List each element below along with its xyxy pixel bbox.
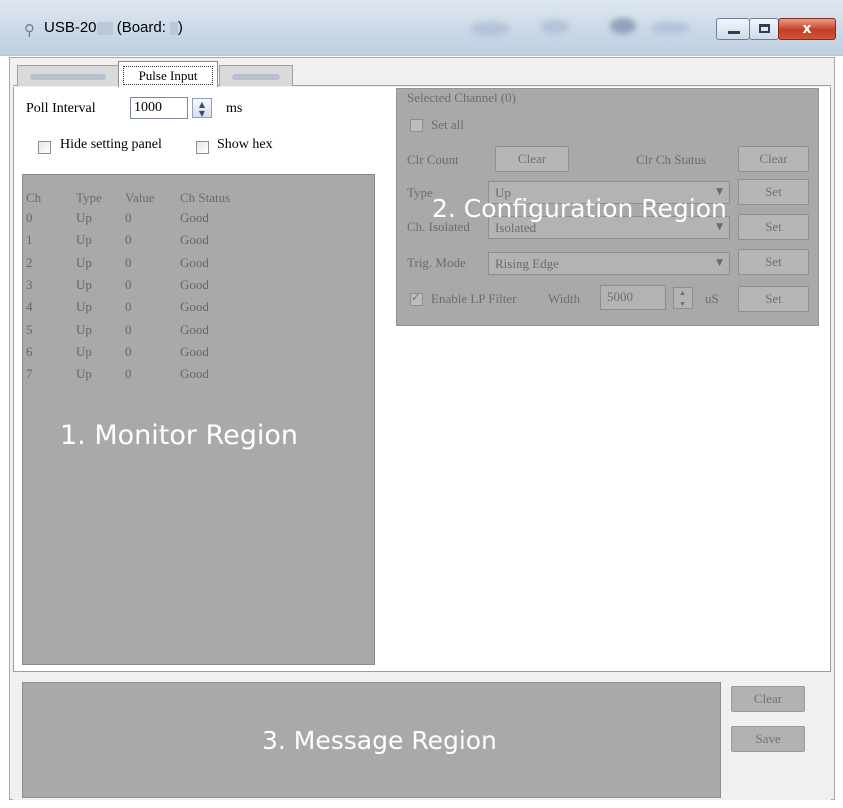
- monitor-region-label: 1. Monitor Region: [60, 420, 298, 451]
- width-label: Width: [548, 291, 580, 306]
- spin-up-icon[interactable]: ▲: [193, 100, 211, 109]
- window-title: USB-20 (Board:): [44, 19, 183, 36]
- poll-interval-spinner[interactable]: ▲ ▼: [192, 98, 212, 118]
- cell-value: 0: [125, 343, 132, 359]
- configuration-region-label: 2. Configuration Region: [432, 194, 727, 223]
- show-hex-checkbox[interactable]: [196, 141, 209, 154]
- redacted-board-id: [169, 21, 178, 35]
- show-hex-label: Show hex: [217, 137, 273, 152]
- cell-value: 0: [125, 232, 132, 248]
- cell-type: Up: [76, 254, 92, 270]
- cell-ch: 1: [26, 232, 33, 248]
- clear-count-button[interactable]: Clear: [495, 146, 569, 172]
- redacted-model: [96, 21, 113, 35]
- cell-ch-status: Good: [180, 343, 209, 359]
- cell-ch-status: Good: [180, 321, 209, 337]
- cell-value: 0: [125, 366, 132, 382]
- set-all-checkbox[interactable]: [410, 119, 423, 132]
- close-button[interactable]: x: [778, 18, 836, 40]
- window-title-suffix: ): [177, 19, 183, 36]
- cell-ch: 6: [26, 343, 33, 359]
- type-label: Type: [407, 185, 433, 200]
- usb-icon: ⚲: [24, 21, 35, 39]
- cell-ch-status: Good: [180, 232, 209, 248]
- cell-ch: 7: [26, 366, 33, 382]
- cell-value: 0: [125, 321, 132, 337]
- cell-ch: 4: [26, 299, 33, 315]
- tab-data-log-label-blurred: [232, 74, 280, 80]
- tab-data-log[interactable]: [219, 65, 293, 86]
- cell-value: 0: [125, 210, 132, 225]
- column-header-ch-status[interactable]: Ch Status: [180, 190, 230, 206]
- spin-down-icon[interactable]: ▼: [193, 109, 211, 118]
- clr-ch-status-label: Clr Ch Status: [636, 152, 707, 167]
- filter-width-spinner[interactable]: ▲ ▼: [673, 287, 693, 309]
- maximize-button[interactable]: [749, 18, 779, 40]
- set-ch-isolated-button[interactable]: Set: [738, 214, 809, 240]
- tab-information-label-blurred: [30, 74, 106, 80]
- cell-type: Up: [76, 321, 92, 337]
- column-header-value[interactable]: Value: [125, 190, 155, 206]
- cell-value: 0: [125, 299, 132, 315]
- poll-interval-unit: ms: [226, 101, 243, 116]
- cell-type: Up: [76, 366, 92, 382]
- column-header-ch[interactable]: Ch: [26, 190, 41, 206]
- close-icon: x: [802, 21, 812, 37]
- window-title-board: (Board:: [116, 19, 166, 36]
- trig-mode-label: Trig. Mode: [407, 255, 466, 270]
- cell-value: 0: [125, 276, 132, 292]
- hide-setting-panel-label: Hide setting panel: [60, 137, 162, 152]
- cell-ch-status: Good: [180, 299, 209, 315]
- spin-down-icon[interactable]: ▼: [679, 294, 686, 315]
- set-trig-mode-button[interactable]: Set: [738, 249, 809, 275]
- message-region-label: 3. Message Region: [262, 726, 497, 755]
- window-title-prefix: USB-20: [44, 19, 97, 36]
- cell-ch: 5: [26, 321, 33, 337]
- clear-ch-status-button[interactable]: Clear: [738, 146, 809, 172]
- selected-channel-label: Selected Channel (0): [407, 90, 517, 105]
- cell-ch: 2: [26, 254, 33, 270]
- enable-lp-filter-checkbox[interactable]: ✓: [410, 291, 423, 306]
- enable-lp-filter-label: Enable LP Filter: [431, 291, 517, 306]
- cell-ch-status: Good: [180, 366, 209, 382]
- cell-value: 0: [125, 254, 132, 270]
- cell-ch: 0: [26, 210, 33, 225]
- tab-pulse-input[interactable]: Pulse Input: [118, 61, 218, 87]
- minimize-icon: [728, 31, 740, 34]
- width-unit: uS: [705, 291, 719, 306]
- trig-mode-dropdown[interactable]: Rising Edge ▼: [488, 252, 730, 275]
- cell-ch: 3: [26, 276, 33, 292]
- cell-type: Up: [76, 232, 92, 248]
- checkmark-icon: ✓: [411, 291, 421, 304]
- cell-ch-status: Good: [180, 210, 209, 225]
- clr-count-label: Clr Count: [407, 152, 459, 167]
- window-controls: x: [716, 18, 840, 42]
- minimize-button[interactable]: [716, 18, 750, 40]
- set-lp-filter-button[interactable]: Set: [738, 286, 809, 312]
- hide-setting-panel-checkbox[interactable]: [38, 141, 51, 154]
- poll-interval-label: Poll Interval: [26, 101, 96, 116]
- cell-type: Up: [76, 343, 92, 359]
- tab-strip: Pulse Input: [13, 61, 831, 87]
- trig-mode-value: Rising Edge: [495, 256, 559, 271]
- save-messages-button[interactable]: Save: [731, 726, 805, 752]
- chevron-down-icon: ▼: [716, 258, 723, 268]
- cell-ch-status: Good: [180, 254, 209, 270]
- set-all-label: Set all: [431, 117, 464, 132]
- tab-information[interactable]: [17, 65, 119, 86]
- clear-messages-button[interactable]: Clear: [731, 686, 805, 712]
- set-type-button[interactable]: Set: [738, 179, 809, 205]
- cell-type: Up: [76, 210, 92, 225]
- maximize-icon: [759, 24, 770, 33]
- column-header-type[interactable]: Type: [76, 190, 102, 206]
- poll-interval-input[interactable]: 1000: [130, 97, 188, 119]
- cell-type: Up: [76, 299, 92, 315]
- cell-type: Up: [76, 276, 92, 292]
- tab-pulse-input-label: Pulse Input: [123, 66, 213, 85]
- cell-ch-status: Good: [180, 276, 209, 292]
- filter-width-input[interactable]: 5000: [600, 285, 666, 310]
- filter-width-value: 5000: [607, 289, 633, 304]
